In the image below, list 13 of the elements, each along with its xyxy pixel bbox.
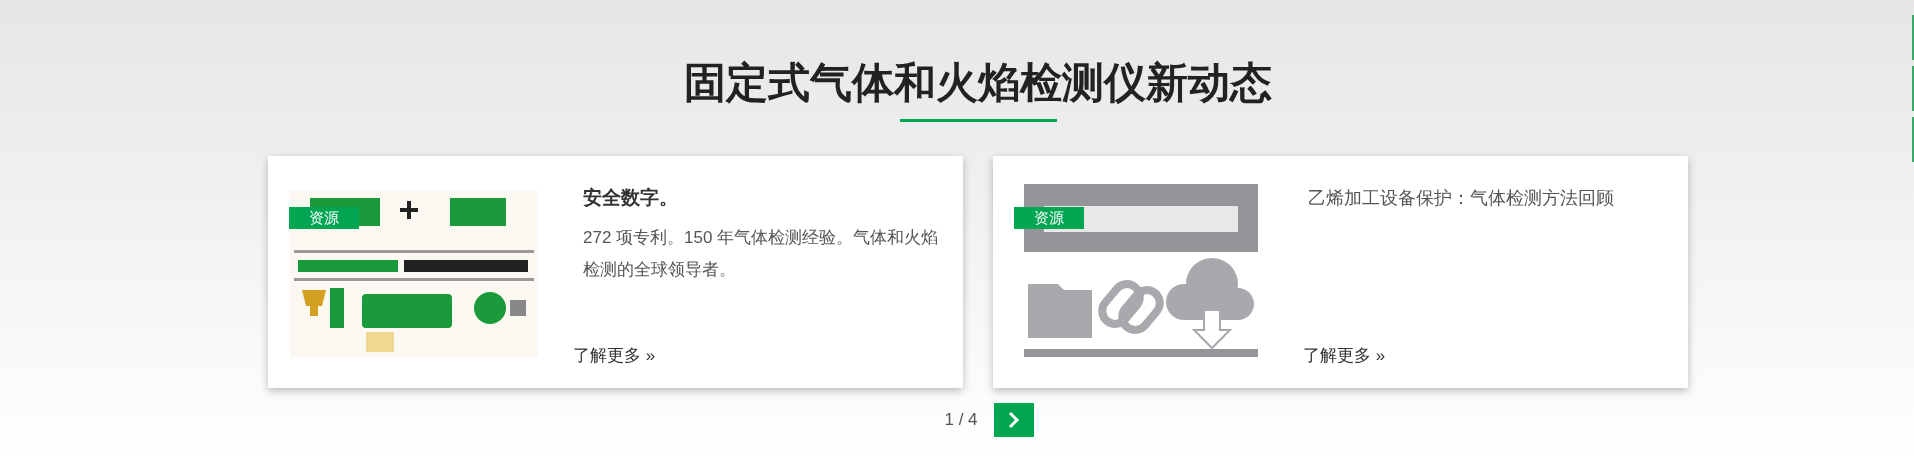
read-more-link[interactable]: 了解更多 » [568, 342, 656, 368]
card-title[interactable]: 乙烯加工设备保护：气体检测方法回顾 [1293, 184, 1668, 212]
article-card[interactable]: 资源 安全数字。 272 项专利。150 年气体检测经验。气体和火焰检测的全球领导者。 了解更多 » [268, 156, 963, 388]
page-counter: 1 / 4 [944, 409, 978, 432]
read-more-link[interactable]: 了解更多 » [1293, 342, 1386, 368]
next-button[interactable] [993, 403, 1034, 437]
article-card[interactable]: 资源 乙烯加工设备保护：气体检测方法回顾 了解更多 » [993, 156, 1688, 388]
chevron-right-icon [1007, 411, 1020, 429]
card-description: 272 项专利。150 年气体检测经验。气体和火焰检测的全球领导者。 [582, 227, 940, 281]
category-tag: 资源 [289, 207, 359, 229]
section-heading: 固定式气体和火焰检测仪新动态 [684, 58, 1272, 108]
category-tag: 资源 [1014, 207, 1084, 229]
card-title[interactable]: 安全数字。 [568, 184, 943, 212]
